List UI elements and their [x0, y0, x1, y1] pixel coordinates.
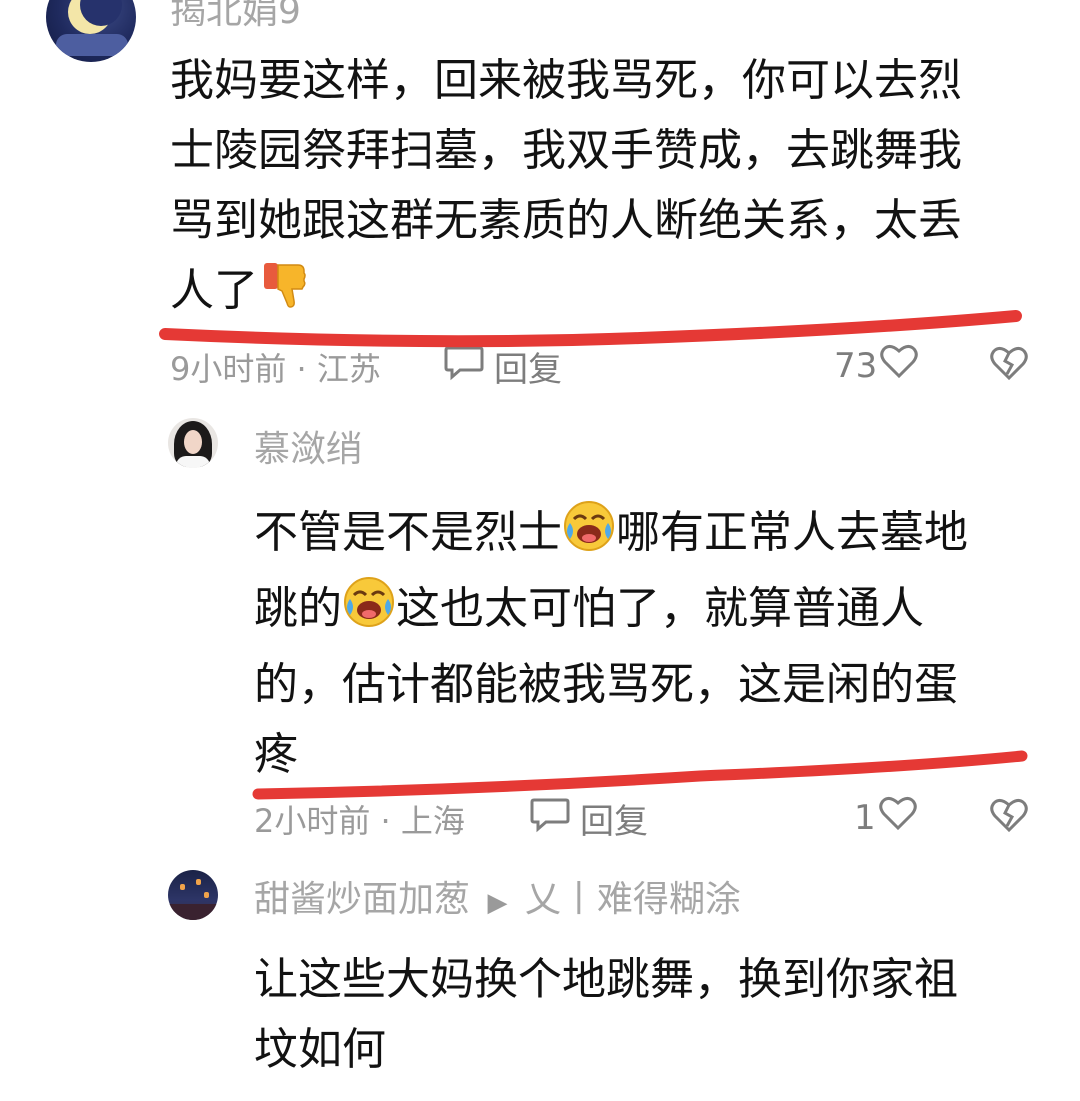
comment-username[interactable]: 甜酱炒面加葱: [254, 879, 470, 920]
comment-line-last: 人了: [170, 256, 1050, 332]
like-button[interactable]: 1: [854, 794, 918, 841]
reply-icon: [442, 342, 486, 391]
crying-laughing-emoji: [562, 499, 616, 574]
dislike-button[interactable]: [988, 796, 1030, 838]
broken-heart-icon: [988, 346, 1030, 386]
comment-time: 2小时前: [254, 802, 371, 840]
like-count: 1: [854, 797, 876, 838]
thumbs-down-emoji: [258, 259, 310, 332]
reply-button[interactable]: 回复: [442, 342, 562, 391]
broken-heart-icon: [988, 798, 1030, 838]
comment-location: 江苏: [316, 350, 381, 388]
heart-icon: [878, 794, 918, 841]
crying-laughing-emoji: [342, 575, 396, 650]
reply-to-username[interactable]: 乂丨难得糊涂: [525, 879, 741, 920]
like-button[interactable]: 73: [834, 342, 919, 389]
reply-button[interactable]: 回复: [528, 794, 648, 843]
heart-icon: [879, 342, 919, 389]
comment-username[interactable]: 揭北娟9: [170, 0, 301, 34]
comment-body: 我妈要这样，回来被我骂死，你可以去烈 士陵园祭拜扫墓，我双手赞成，去跳舞我 骂到…: [170, 46, 1050, 332]
comment-meta: 2小时前 · 上海: [254, 802, 465, 840]
comment-body: 不管是不是烈士 哪有正常人去墓地 跳的 这也太可怕了，就算普通人 的，估计都能被我骂…: [254, 498, 1054, 790]
comment-body: 让这些大妈换个地跳舞，换到你家祖 坟如何: [254, 945, 1054, 1085]
comment-line: 骂到她跟这群无素质的人断绝关系，太丢: [170, 195, 962, 246]
night-scene-avatar[interactable]: [168, 870, 218, 920]
dislike-button[interactable]: [988, 344, 1030, 386]
cloud-icon: [56, 34, 128, 56]
comment-line: 的，估计都能被我骂死，这是闲的蛋: [254, 659, 958, 710]
comment-line: 疼: [254, 729, 298, 780]
comment-line: 跳的 这也太可怕了，就算普通人: [254, 574, 1054, 650]
comment-location: 上海: [400, 802, 465, 840]
comment-time: 9小时前: [170, 350, 287, 388]
moon-avatar[interactable]: [46, 0, 136, 62]
comment-username-line: 甜酱炒面加葱 ▶ 乂丨难得糊涂: [254, 870, 741, 922]
portrait-avatar[interactable]: [168, 418, 218, 468]
reply-icon: [528, 794, 572, 843]
comment-line: 让这些大妈换个地跳舞，换到你家祖: [254, 954, 958, 1005]
comment-line: 不管是不是烈士 哪有正常人去墓地: [254, 498, 1054, 574]
comment-meta: 9小时前 · 江苏: [170, 350, 381, 388]
comment-line: 士陵园祭拜扫墓，我双手赞成，去跳舞我: [170, 125, 962, 176]
comment-line: 坟如何: [254, 1024, 386, 1075]
reply-arrow-icon: ▶: [487, 888, 508, 918]
like-count: 73: [834, 345, 878, 386]
comment-line: 我妈要这样，回来被我骂死，你可以去烈: [170, 55, 962, 106]
comment-username[interactable]: 慕潋绡: [254, 420, 362, 472]
